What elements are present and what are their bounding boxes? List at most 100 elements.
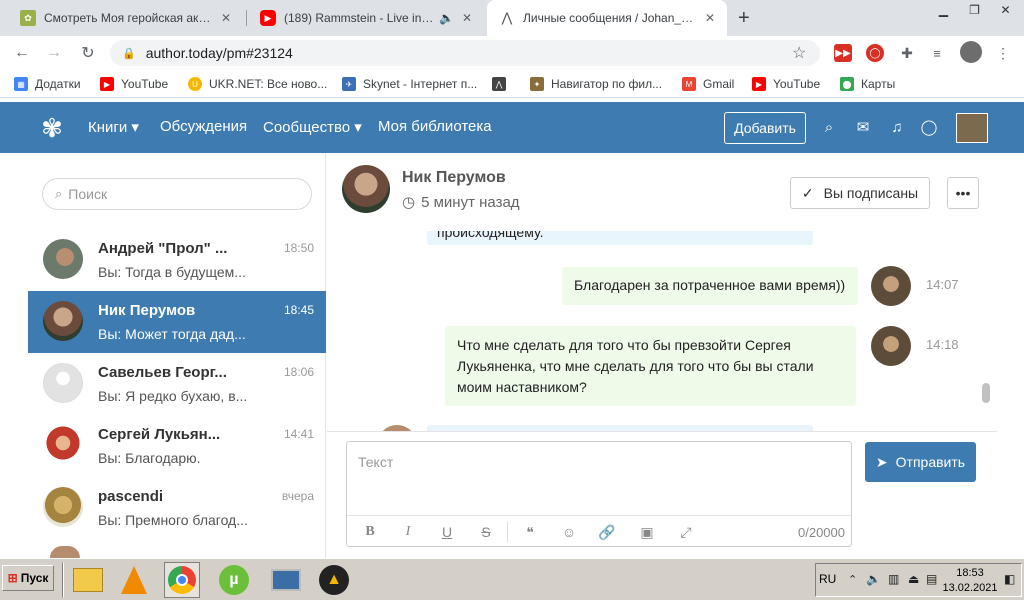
bookmark-skynet[interactable]: ✈ Skynet - Інтернет п...	[342, 75, 477, 93]
conversation-item[interactable]: Андрей "Прол" ... 18:50 Вы: Тогда в буду…	[28, 229, 326, 291]
minimize-window-button[interactable]: ▁	[928, 0, 959, 20]
chrome-taskbar-icon[interactable]	[164, 562, 200, 598]
nav-community[interactable]: Сообщество ▾	[263, 118, 362, 136]
gmail-icon: M	[682, 77, 696, 91]
bookmark-maps[interactable]: ⬤ Карты	[840, 75, 895, 93]
reload-button[interactable]: ↻	[76, 41, 100, 65]
bold-icon[interactable]: B	[361, 524, 379, 540]
paper-plane-icon: ➤	[875, 453, 888, 470]
maximize-window-button[interactable]: ❐	[959, 0, 990, 20]
browser-tab-anime[interactable]: ✿ Смотреть Моя геройская акаде ✕	[8, 0, 243, 36]
message-time: 14:07	[926, 277, 959, 292]
message-bubble-outgoing: Что мне сделать для того что бы превзойт…	[445, 326, 856, 406]
default-avatar-icon	[43, 363, 83, 403]
strikethrough-icon[interactable]: S	[477, 524, 495, 540]
url-text: author.today/pm#23124	[145, 45, 293, 61]
conversation-name: Андрей "Прол" ...	[98, 240, 228, 257]
safely-remove-icon[interactable]: ⏏	[908, 572, 919, 586]
close-tab-icon[interactable]: ✕	[221, 11, 231, 25]
fullscreen-icon[interactable]: ⤢	[677, 524, 695, 541]
browser-tab-messages[interactable]: ⋀ Личные сообщения / Johan_Sht ✕	[487, 0, 727, 36]
conversation-preview: Вы: Может тогда дад...	[98, 326, 246, 342]
browser-tab-youtube[interactable]: ▶ (189) Rammstein - Live in Ni 🔈 ✕	[248, 0, 484, 36]
bookmark-film-navigator[interactable]: ✦ Навигатор по фил...	[530, 75, 662, 93]
language-indicator[interactable]: RU	[819, 572, 836, 586]
conversation-item[interactable]: Сергей Лукьян... 14:41 Вы: Благодарю.	[28, 415, 326, 477]
bell-icon[interactable]: ♫	[888, 118, 906, 136]
computer-icon[interactable]	[268, 562, 304, 598]
quote-icon[interactable]: ❝	[521, 524, 539, 541]
underline-icon[interactable]: U	[438, 524, 456, 540]
bookmark-star-icon[interactable]: ☆	[792, 43, 806, 63]
nav-my-library[interactable]: Моя библиотека	[378, 118, 492, 135]
forward-button[interactable]: →	[42, 41, 66, 65]
conversation-time: 18:45	[283, 303, 314, 317]
profile-avatar[interactable]	[960, 41, 982, 63]
user-avatar[interactable]	[956, 113, 988, 143]
extension-icon[interactable]: ▶▶	[834, 44, 852, 62]
speaker-icon[interactable]: 🔈	[439, 11, 454, 25]
address-bar[interactable]: 🔒 author.today/pm#23124	[110, 40, 820, 66]
emoji-icon[interactable]: ☺	[560, 524, 578, 540]
contact-avatar[interactable]	[342, 165, 390, 213]
bookmark-gmail[interactable]: M Gmail	[682, 75, 734, 93]
show-desktop-icon[interactable]: ◧	[1004, 572, 1015, 586]
message-scrollbar[interactable]	[982, 235, 990, 425]
aimp-icon[interactable]: ▲	[316, 562, 352, 598]
vlc-icon[interactable]	[116, 562, 152, 598]
system-clock[interactable]: 18:53 13.02.2021	[942, 566, 998, 596]
checkmark-icon: ✓	[801, 184, 814, 201]
mail-icon[interactable]: ✉	[854, 118, 872, 136]
message-input[interactable]: Текст	[358, 454, 393, 470]
browser-menu-icon[interactable]: ⋮	[994, 44, 1012, 62]
close-tab-icon[interactable]: ✕	[705, 11, 715, 25]
notification-icon[interactable]: ▤	[926, 572, 937, 586]
extensions-puzzle-icon[interactable]: ✚	[898, 44, 916, 62]
search-icon[interactable]: ⌕	[820, 118, 838, 136]
image-icon[interactable]: ▣	[638, 524, 656, 541]
italic-icon[interactable]: I	[399, 524, 417, 540]
nav-discussions[interactable]: Обсуждения	[160, 118, 247, 135]
message-editor[interactable]: Текст B I U S ❝ ☺ 🔗 ▣ ⤢ 0/20000	[346, 441, 852, 547]
send-button[interactable]: ➤ Отправить	[865, 442, 976, 482]
start-button[interactable]: ⊞ Пуск	[2, 565, 54, 591]
close-window-button[interactable]: ✕	[990, 0, 1021, 20]
bookmark-youtube[interactable]: ▶ YouTube	[100, 75, 168, 93]
subscribed-button[interactable]: ✓ Вы подписаны	[790, 177, 930, 209]
more-options-button[interactable]: •••	[947, 177, 979, 209]
extension-icon[interactable]: ◯	[866, 44, 884, 62]
youtube-icon: ▶	[752, 77, 766, 91]
conversation-item-active[interactable]: Ник Перумов 18:45 Вы: Может тогда дад...	[28, 291, 326, 353]
link-icon[interactable]: 🔗	[598, 524, 616, 541]
contact-name[interactable]: Ник Перумов	[402, 169, 506, 187]
chat-bubble-icon[interactable]: ◯	[920, 118, 938, 136]
sender-avatar	[871, 326, 911, 366]
bookmark-youtube-2[interactable]: ▶ YouTube	[752, 75, 820, 93]
apps-grid-icon: ▦	[14, 77, 28, 91]
conversation-name: Савельев Георг...	[98, 364, 227, 381]
bookmark-ukrnet[interactable]: U UKR.NET: Все ново...	[188, 75, 327, 93]
site-logo-icon[interactable]: ✾	[32, 111, 72, 145]
tray-expand-icon[interactable]: ⌃	[848, 573, 857, 586]
volume-icon[interactable]: 🔈	[866, 572, 881, 586]
editor-toolbar: B I U S ❝ ☺ 🔗 ▣ ⤢ 0/20000	[347, 515, 851, 547]
close-tab-icon[interactable]: ✕	[462, 11, 472, 25]
bookmark-apps[interactable]: ▦ Додатки	[14, 75, 81, 93]
bookmark-author-today[interactable]: ⋀	[492, 75, 513, 93]
nav-books[interactable]: Книги ▾	[88, 118, 139, 136]
message-list[interactable]: происходящему. Благодарен за потраченное…	[327, 231, 997, 431]
back-button[interactable]: ←	[10, 41, 34, 65]
file-explorer-icon[interactable]	[70, 562, 106, 598]
messages-page: ⌕ Поиск Андрей "Прол" ... 18:50 Вы: Тогд…	[0, 153, 1024, 558]
conversation-list-panel: ⌕ Поиск Андрей "Прол" ... 18:50 Вы: Тогд…	[28, 153, 326, 558]
conversation-item[interactable]: pascendi вчера Вы: Премного благод...	[28, 477, 326, 539]
conversation-search-input[interactable]: ⌕ Поиск	[42, 178, 312, 210]
media-queue-icon[interactable]: ≡	[928, 44, 946, 62]
utorrent-icon[interactable]: µ	[216, 562, 252, 598]
scrollbar-thumb[interactable]	[982, 383, 990, 403]
youtube-icon: ▶	[100, 77, 114, 91]
conversation-item[interactable]: Савельев Георг... 18:06 Вы: Я редко буха…	[28, 353, 326, 415]
new-tab-button[interactable]: +	[738, 7, 750, 30]
add-button[interactable]: Добавить	[724, 112, 806, 144]
network-icon[interactable]: ▥	[888, 572, 899, 586]
